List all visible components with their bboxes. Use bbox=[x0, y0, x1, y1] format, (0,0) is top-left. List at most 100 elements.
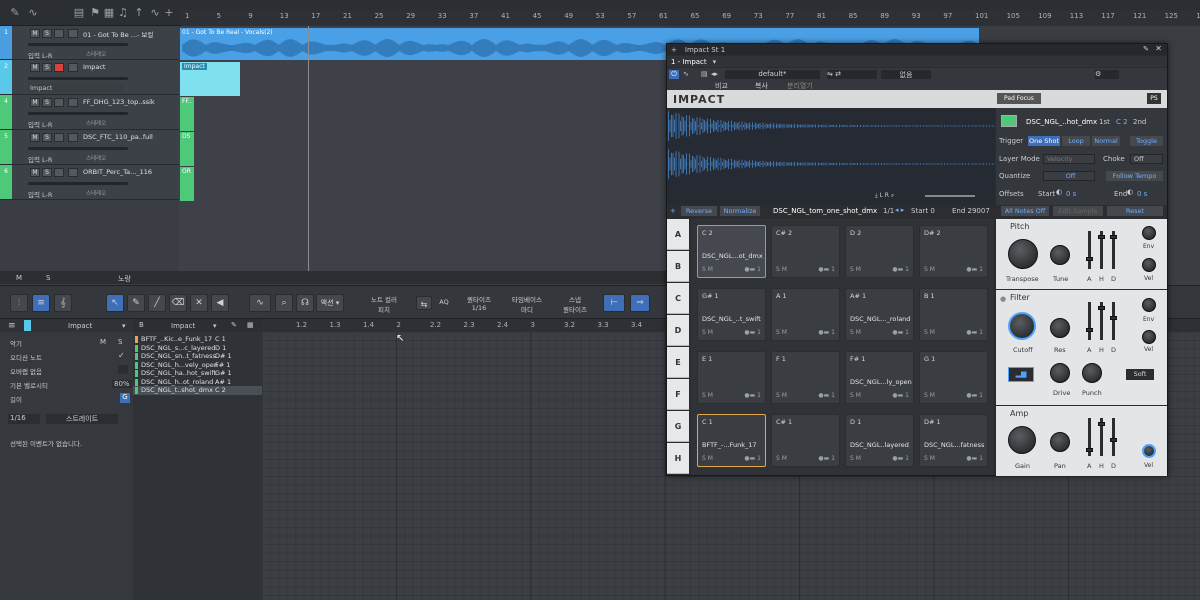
pad-solo-mute[interactable]: S M bbox=[776, 455, 787, 462]
record-button[interactable] bbox=[54, 98, 64, 107]
pad-toggle-icon[interactable]: ●▬ 1 bbox=[966, 266, 983, 273]
pad-solo-mute[interactable]: S M bbox=[776, 266, 787, 273]
checkmark-icon[interactable]: ✓ bbox=[118, 351, 125, 360]
plus-icon[interactable]: + bbox=[670, 207, 676, 215]
track-input[interactable]: 입력 L-R bbox=[28, 50, 52, 60]
track-input[interactable]: 입력 L-R bbox=[28, 189, 52, 199]
power-icon[interactable]: ⏻ bbox=[669, 70, 679, 79]
layer-color[interactable] bbox=[1001, 115, 1017, 127]
quantize-icon[interactable]: ⇆ bbox=[416, 296, 432, 310]
solo-button[interactable]: S bbox=[42, 98, 52, 107]
mute-tool-icon[interactable]: ✕ bbox=[190, 294, 208, 312]
amp-attack-slider[interactable] bbox=[1086, 418, 1093, 456]
drum-clip-2[interactable]: DS bbox=[180, 132, 194, 166]
eraser-tool-icon[interactable]: ⌫ bbox=[169, 294, 187, 312]
end-knob-icon[interactable]: ◐ bbox=[1127, 188, 1133, 196]
reset-button[interactable]: Reset bbox=[1107, 206, 1163, 216]
reverse-button[interactable]: Reverse bbox=[681, 206, 717, 216]
mute-button[interactable]: M bbox=[30, 29, 40, 38]
filter-type-icon[interactable]: ▂▆ bbox=[1008, 367, 1034, 382]
chevron-down-icon[interactable]: ▾ bbox=[213, 322, 217, 330]
filter-vel-knob[interactable] bbox=[1142, 330, 1156, 344]
filter-attack-slider[interactable] bbox=[1086, 302, 1093, 340]
pad-toggle-icon[interactable]: ●▬ 1 bbox=[892, 455, 909, 462]
record-button[interactable] bbox=[54, 133, 64, 142]
pad-toggle-icon[interactable]: ●▬ 1 bbox=[966, 329, 983, 336]
track-header[interactable]: 5 M S DSC_FTC_110_pa..full 입력 L-R 스테레오 bbox=[0, 130, 179, 165]
score-icon[interactable]: 𝄞 bbox=[54, 294, 72, 312]
wave-icon[interactable]: ∿ bbox=[148, 6, 162, 20]
pitch-vel-knob[interactable] bbox=[1142, 258, 1156, 272]
volume-fader[interactable] bbox=[28, 147, 128, 150]
bank-c-button[interactable]: C bbox=[667, 283, 689, 314]
menu-icon[interactable]: ≡ bbox=[8, 321, 16, 331]
all-notes-off-button[interactable]: All Notes Off bbox=[1001, 206, 1049, 216]
drum-pad[interactable]: D# 1 DSC_NGL...fatness S M ●▬ 1 bbox=[919, 414, 988, 467]
pitch-env-knob[interactable] bbox=[1142, 226, 1156, 240]
pad-toggle-icon[interactable]: ●▬ 1 bbox=[818, 392, 835, 399]
pin-icon[interactable]: ✎ bbox=[1143, 45, 1149, 53]
start-knob-icon[interactable]: ◐ bbox=[1056, 188, 1062, 196]
solo-button[interactable]: S bbox=[118, 338, 122, 346]
length-mode[interactable]: 스트레이트 bbox=[46, 414, 118, 424]
pad-toggle-icon[interactable]: ●▬ 1 bbox=[744, 329, 761, 336]
range-note[interactable]: C 2 bbox=[1116, 118, 1128, 126]
monitor-mode[interactable]: 스테레오 bbox=[86, 119, 106, 127]
pad-toggle-icon[interactable]: ●▬ 1 bbox=[744, 266, 761, 273]
bank-d-button[interactable]: D bbox=[667, 315, 689, 346]
mute-button[interactable]: M bbox=[30, 168, 40, 177]
amp-decay-slider[interactable] bbox=[1110, 418, 1117, 456]
drum-clip-1[interactable]: FF.. bbox=[180, 97, 194, 131]
pad-toggle-icon[interactable]: ●▬ 1 bbox=[966, 455, 983, 462]
pad-toggle-icon[interactable]: ●▬ 1 bbox=[892, 329, 909, 336]
track-input[interactable]: 입력 L-R bbox=[28, 154, 52, 164]
one-shot-button[interactable]: One Shot bbox=[1028, 136, 1060, 146]
bank-h-button[interactable]: H bbox=[667, 443, 689, 474]
track-input[interactable]: Impact bbox=[28, 84, 123, 92]
edit-sample-button[interactable]: Edit Sample bbox=[1053, 206, 1103, 216]
automation-icon[interactable]: ∿ bbox=[26, 6, 40, 20]
pad-solo-mute[interactable]: S M bbox=[702, 392, 713, 399]
arrow-tool-icon[interactable]: ↖ bbox=[106, 294, 124, 312]
solo-button[interactable]: S bbox=[42, 63, 52, 72]
pad-toggle-icon[interactable]: ●▬ 1 bbox=[966, 392, 983, 399]
drum-pad[interactable]: A# 1 DSC_NGL..._roland S M ●▬ 1 bbox=[845, 288, 914, 341]
monitor-button[interactable] bbox=[68, 133, 78, 142]
close-icon[interactable]: ✕ bbox=[1155, 44, 1162, 53]
impact-clip[interactable]: Impact bbox=[180, 62, 240, 96]
loop-icons[interactable]: ⤓ L R ⌕ bbox=[875, 192, 894, 200]
playhead[interactable] bbox=[308, 26, 309, 271]
track-header[interactable]: 1 M S 01 - Got To Be ...- 보컬 입력 L-R 스테레오 bbox=[0, 26, 179, 60]
choke-dropdown[interactable]: Off bbox=[1130, 154, 1163, 164]
timebase-dropdown[interactable]: 타임베이스 마디 bbox=[504, 294, 550, 314]
mute-label[interactable]: M bbox=[16, 274, 22, 282]
pad-solo-mute[interactable]: S M bbox=[850, 329, 861, 336]
arrange-view[interactable]: 01 - Got To Be Real - Vocals(2) Impact F… bbox=[179, 26, 979, 271]
wrench-icon[interactable]: ✎ bbox=[231, 321, 237, 329]
device-icon[interactable]: ▤ bbox=[701, 70, 708, 78]
note-icon[interactable]: ⚑ bbox=[88, 6, 102, 20]
pitch-decay-slider[interactable] bbox=[1110, 231, 1117, 269]
drum-pad[interactable]: E 1 S M ●▬ 1 bbox=[697, 351, 766, 404]
drum-pad[interactable]: G 1 S M ●▬ 1 bbox=[919, 351, 988, 404]
pad-solo-mute[interactable]: S M bbox=[850, 455, 861, 462]
drum-pad[interactable]: G# 1 DSC_NGL_..t_swift S M ●▬ 1 bbox=[697, 288, 766, 341]
mute-button[interactable]: M bbox=[30, 98, 40, 107]
arrows-icon[interactable]: ◂▸ bbox=[711, 70, 718, 78]
drum-pad[interactable]: B 1 S M ●▬ 1 bbox=[919, 288, 988, 341]
drum-pad[interactable]: F# 1 DSC_NGL...ly_open S M ●▬ 1 bbox=[845, 351, 914, 404]
snap-toggle-icon[interactable]: ⊢ bbox=[603, 294, 625, 312]
monitor-mode[interactable]: 스테레오 bbox=[86, 189, 106, 197]
normalize-button[interactable]: Normalize bbox=[720, 206, 760, 216]
drive-knob[interactable] bbox=[1050, 363, 1070, 383]
music-icon[interactable]: ♫ bbox=[116, 6, 130, 20]
grid-icon[interactable]: ▦ bbox=[102, 6, 116, 20]
volume-fader[interactable] bbox=[28, 182, 128, 185]
tune-knob[interactable] bbox=[1050, 245, 1070, 265]
overlap-checkbox[interactable] bbox=[118, 365, 128, 374]
track-name[interactable]: Impact bbox=[83, 63, 105, 71]
monitor-button[interactable] bbox=[68, 63, 78, 72]
chevron-down-icon[interactable]: ▾ bbox=[713, 58, 717, 66]
pencil-tool-icon[interactable]: ✎ bbox=[127, 294, 145, 312]
add-track-icon[interactable]: + bbox=[162, 6, 176, 20]
